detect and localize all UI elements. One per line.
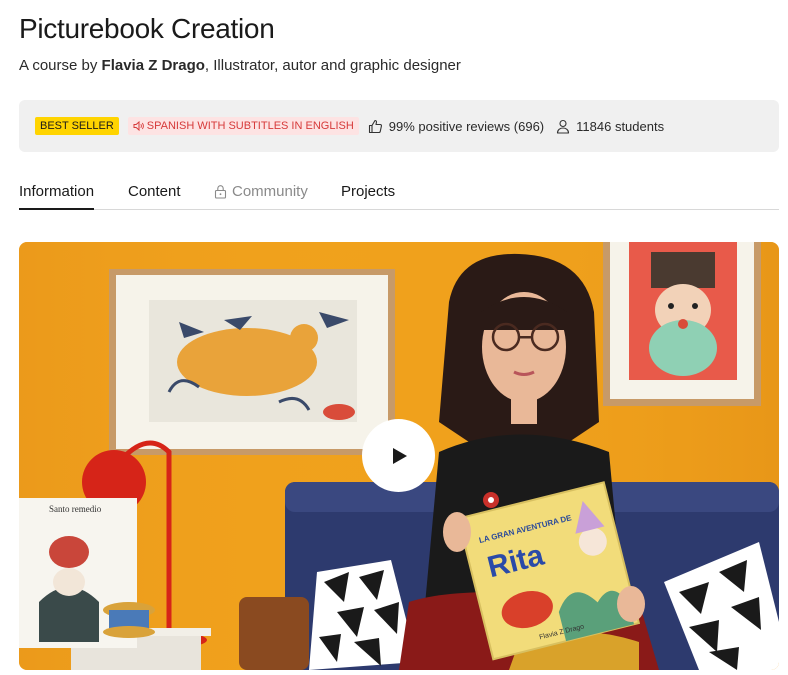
language-label: SPANISH WITH SUBTITLES IN ENGLISH bbox=[146, 120, 354, 132]
lock-icon bbox=[214, 185, 227, 199]
user-icon bbox=[557, 119, 570, 134]
carousel-toy bbox=[103, 602, 155, 638]
tab-information[interactable]: Information bbox=[19, 183, 95, 210]
speaker-icon bbox=[133, 120, 144, 132]
tab-community-label: Community bbox=[232, 183, 308, 200]
course-byline: A course by Flavia Z Drago, Illustrator,… bbox=[19, 57, 461, 74]
play-icon bbox=[392, 447, 407, 464]
tab-content[interactable]: Content bbox=[128, 183, 181, 200]
byline-prefix: A course by bbox=[19, 57, 102, 74]
students-stat: 11846 students bbox=[556, 119, 664, 134]
left-book-title: Santo remedio bbox=[49, 504, 102, 514]
course-tabs: Information Content Community Projects bbox=[19, 180, 779, 210]
author-role: , Illustrator, autor and graphic designe… bbox=[204, 57, 461, 74]
course-video-player[interactable]: Santo remedio LA GRAN AVENTURA DE Rita F… bbox=[19, 242, 779, 670]
right-wall-frame bbox=[603, 242, 761, 406]
thumbs-up-icon bbox=[368, 119, 382, 133]
play-button[interactable] bbox=[362, 419, 435, 492]
language-badge: SPANISH WITH SUBTITLES IN ENGLISH bbox=[127, 117, 359, 135]
students-text: 11846 students bbox=[576, 118, 665, 134]
tab-community[interactable]: Community bbox=[214, 183, 308, 200]
best-seller-badge: BEST SELLER bbox=[35, 117, 119, 135]
left-wall-frame bbox=[109, 269, 395, 455]
author-name[interactable]: Flavia Z Drago bbox=[102, 57, 205, 74]
tab-projects[interactable]: Projects bbox=[341, 183, 395, 200]
reviews-text: 99% positive reviews (696) bbox=[388, 118, 545, 134]
reviews-stat: 99% positive reviews (696) bbox=[368, 119, 544, 134]
course-title: Picturebook Creation bbox=[19, 13, 275, 44]
course-stats-bar: BEST SELLER SPANISH WITH SUBTITLES IN EN… bbox=[19, 100, 779, 152]
